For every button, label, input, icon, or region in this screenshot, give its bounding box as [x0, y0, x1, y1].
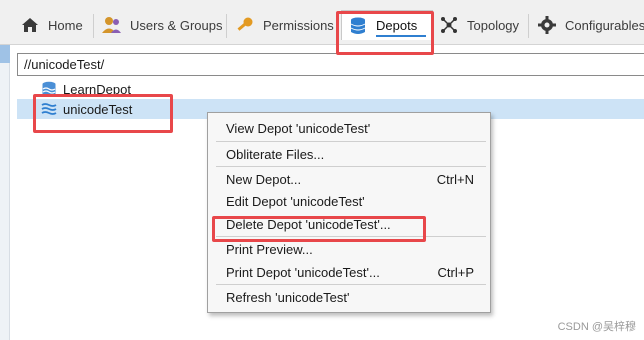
tab-bar: Home Users & Groups Permissions Depots T…	[0, 0, 644, 45]
watermark: CSDN @吴梓穆	[557, 321, 636, 333]
menu-obliterate-files[interactable]: Obliterate Files...	[208, 143, 490, 165]
tab-topology[interactable]: Topology	[433, 10, 519, 40]
menu-new-depot-shortcut: Ctrl+N	[436, 171, 474, 187]
menu-edit-depot-label: Edit Depot 'unicodeTest'	[226, 193, 365, 209]
topology-icon	[439, 15, 459, 35]
tab-home[interactable]: Home	[14, 10, 83, 40]
users-icon	[102, 15, 122, 35]
menu-print-depot[interactable]: Print Depot 'unicodeTest'... Ctrl+P	[208, 261, 490, 283]
left-panel-highlight	[0, 45, 10, 63]
annotation-box-unicodetest	[33, 94, 173, 133]
menu-refresh[interactable]: Refresh 'unicodeTest'	[208, 286, 490, 308]
tab-users-groups-label: Users & Groups	[130, 17, 223, 33]
annotation-box-delete-depot	[212, 216, 426, 242]
left-panel-edge	[0, 45, 10, 340]
context-menu: View Depot 'unicodeTest' Obliterate File…	[207, 112, 491, 313]
tab-permissions-label: Permissions	[263, 17, 334, 33]
menu-separator	[216, 284, 486, 285]
app-window: Home Users & Groups Permissions Depots T…	[0, 0, 644, 340]
menu-print-depot-label: Print Depot 'unicodeTest'...	[226, 264, 380, 280]
tab-home-label: Home	[48, 17, 83, 33]
home-icon	[20, 15, 40, 35]
menu-edit-depot[interactable]: Edit Depot 'unicodeTest'	[208, 190, 490, 212]
tab-divider	[528, 14, 529, 38]
tab-configurables[interactable]: Configurables	[531, 10, 644, 40]
menu-refresh-label: Refresh 'unicodeTest'	[226, 289, 350, 305]
tab-users-groups[interactable]: Users & Groups	[96, 10, 222, 40]
menu-view-depot[interactable]: View Depot 'unicodeTest'	[208, 117, 490, 139]
tab-permissions[interactable]: Permissions	[229, 10, 334, 40]
depot-path-value: //unicodeTest/	[24, 57, 105, 72]
depot-path-field[interactable]: //unicodeTest/	[17, 53, 644, 76]
menu-obliterate-label: Obliterate Files...	[226, 146, 325, 162]
tab-configurables-label: Configurables	[565, 17, 644, 33]
menu-new-depot[interactable]: New Depot... Ctrl+N	[208, 168, 490, 190]
menu-view-depot-label: View Depot 'unicodeTest'	[226, 120, 371, 136]
tab-divider	[226, 14, 227, 38]
menu-separator	[216, 166, 486, 167]
menu-print-preview-label: Print Preview...	[226, 241, 313, 257]
annotation-box-depots-tab	[336, 11, 434, 55]
tab-divider	[93, 14, 94, 38]
menu-print-depot-shortcut: Ctrl+P	[437, 264, 474, 280]
gear-icon	[537, 15, 557, 35]
key-icon	[235, 15, 255, 35]
menu-separator	[216, 141, 486, 142]
menu-new-depot-label: New Depot...	[226, 171, 302, 187]
tab-topology-label: Topology	[467, 17, 520, 33]
